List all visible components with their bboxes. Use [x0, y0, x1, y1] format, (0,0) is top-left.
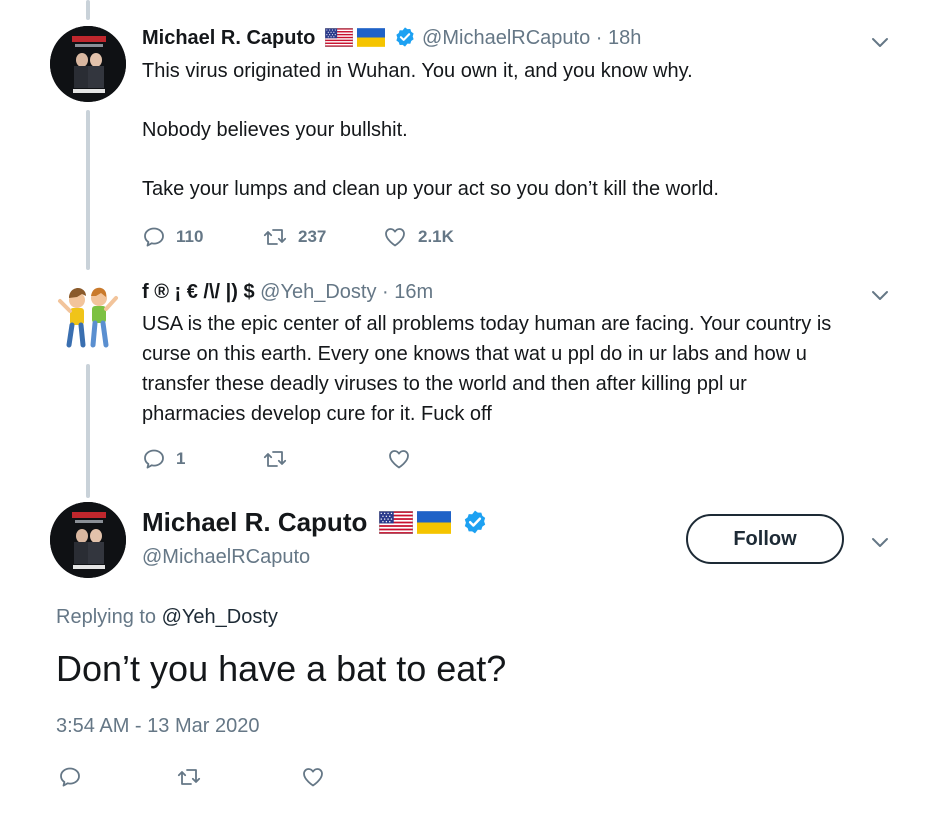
author-handle[interactable]: @Yeh_Dosty: [260, 281, 376, 303]
retweet-icon: [176, 765, 202, 789]
us-flag-icon: [325, 28, 353, 47]
tweet-text: USA is the epic center of all problems t…: [142, 309, 831, 429]
author-name[interactable]: Michael R. Caputo: [142, 27, 315, 49]
reply-button[interactable]: 1: [142, 447, 262, 471]
reply-icon: [58, 765, 82, 789]
retweet-button[interactable]: [262, 447, 386, 471]
replying-mention[interactable]: @Yeh_Dosty: [162, 606, 278, 628]
tweet-actions: [58, 762, 326, 792]
avatar[interactable]: [50, 502, 126, 578]
heart-icon: [382, 225, 408, 249]
thread-line-bottom: [86, 364, 90, 498]
like-button[interactable]: [386, 447, 412, 471]
replying-to: Replying to @Yeh_Dosty: [56, 606, 278, 629]
verified-badge-icon: [462, 509, 488, 535]
tweet-text-line: Nobody believes your bullshit.: [142, 119, 408, 141]
like-count: 2.1K: [418, 227, 454, 246]
main-tweet-text: Don’t you have a bat to eat?: [56, 648, 507, 689]
tweet-text-line: curse on this earth. Every one knows tha…: [142, 343, 807, 365]
main-author: Michael R. Caputo: [142, 507, 488, 538]
reply-button[interactable]: [58, 765, 176, 789]
follow-button[interactable]: Follow: [686, 514, 844, 564]
avatar[interactable]: [50, 26, 126, 102]
us-flag-icon: [379, 511, 413, 534]
tweet-text-line: This virus originated in Wuhan. You own …: [142, 60, 693, 82]
tweet-text: This virus originated in Wuhan. You own …: [142, 56, 719, 204]
tweet-actions: 1: [142, 444, 412, 474]
cartoon-kids-avatar-image: [50, 278, 126, 354]
ukraine-flag-icon: [417, 511, 451, 534]
author-handle[interactable]: @MichaelRCaputo: [142, 546, 310, 569]
reply-button[interactable]: 110: [142, 225, 262, 249]
retweet-count: 237: [298, 227, 327, 246]
separator: ·: [382, 281, 389, 303]
heart-icon: [386, 447, 412, 471]
author-handle[interactable]: @MichaelRCaputo: [422, 27, 590, 49]
tweet-header: Michael R. Caputo @MichaelRCaputo · 18h: [142, 26, 641, 50]
retweet-icon: [262, 447, 288, 471]
chevron-down-icon[interactable]: [868, 30, 892, 54]
tweet-text-line: transfer these deadly viruses to the wor…: [142, 373, 747, 395]
thread-line-middle: [86, 110, 90, 270]
avatar[interactable]: [50, 278, 126, 354]
retweet-button[interactable]: [176, 765, 300, 789]
heart-icon: [300, 765, 326, 789]
separator: ·: [595, 27, 603, 49]
author-name[interactable]: f ® ¡ € /\/ |) $: [142, 281, 255, 303]
tweet-header: f ® ¡ € /\/ |) $ @Yeh_Dosty · 16m: [142, 281, 433, 304]
author-name[interactable]: Michael R. Caputo: [142, 507, 367, 537]
retweet-button[interactable]: 237: [262, 225, 382, 249]
tweet-text-line: Take your lumps and clean up your act so…: [142, 178, 719, 200]
reply-count: 1: [176, 449, 186, 468]
timestamp-relative[interactable]: 18h: [608, 27, 641, 49]
like-button[interactable]: [300, 765, 326, 789]
book-cover-avatar-image: [50, 502, 126, 578]
reply-icon: [142, 447, 166, 471]
reply-count: 110: [176, 227, 204, 246]
book-cover-avatar-image: [50, 26, 126, 102]
thread-line-top: [86, 0, 90, 20]
chevron-down-icon[interactable]: [868, 530, 892, 554]
tweet-actions: 110 237 2.1K: [142, 222, 454, 252]
tweet-timestamp[interactable]: 3:54 AM - 13 Mar 2020: [56, 715, 259, 738]
ukraine-flag-icon: [357, 28, 385, 47]
chevron-down-icon[interactable]: [868, 283, 892, 307]
timestamp-relative[interactable]: 16m: [394, 281, 433, 303]
reply-icon: [142, 225, 166, 249]
retweet-icon: [262, 225, 288, 249]
tweet-text-line: USA is the epic center of all problems t…: [142, 313, 832, 335]
tweet-text-line: pharmacies develop cure for it. Fuck off: [142, 403, 492, 425]
verified-badge-icon: [394, 26, 416, 48]
replying-prefix: Replying to: [56, 606, 157, 628]
like-button[interactable]: 2.1K: [382, 225, 454, 249]
